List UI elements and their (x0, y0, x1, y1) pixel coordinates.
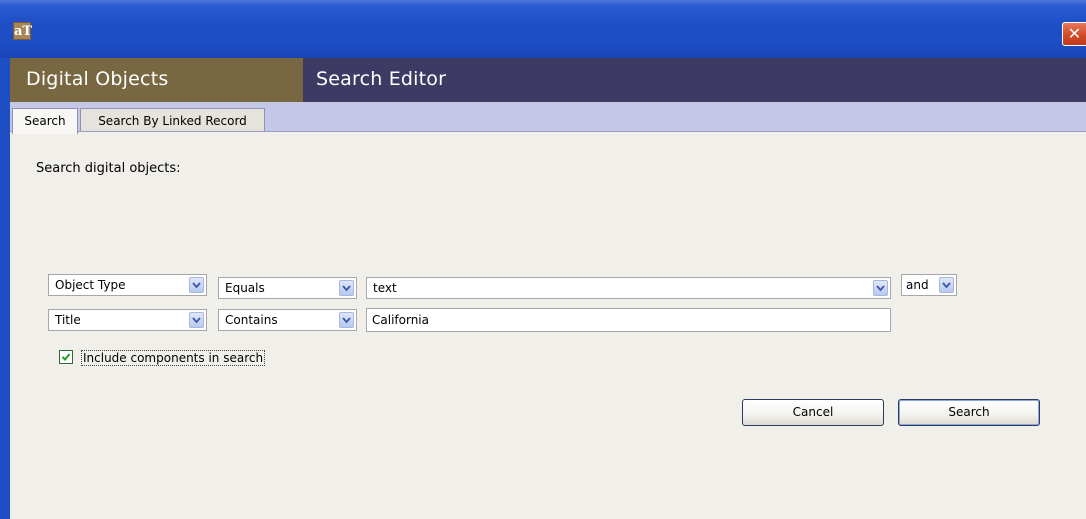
tab-search-by-linked-record[interactable]: Search By Linked Record (80, 108, 265, 133)
field-select-value: Title (55, 313, 81, 327)
field-select-row-1[interactable]: Object Type (48, 274, 207, 296)
chevron-down-icon (339, 312, 354, 328)
chevron-down-icon (189, 277, 204, 293)
checkmark-icon (61, 353, 71, 361)
include-components-checkbox[interactable] (59, 350, 73, 364)
value-input-text: California (372, 313, 429, 327)
chevron-down-icon (873, 280, 888, 296)
chevron-down-icon (939, 277, 954, 293)
search-editor-window: aT ✕ Digital Objects Search Editor Searc… (0, 0, 1086, 519)
cancel-button[interactable]: Cancel (742, 399, 884, 426)
module-header: Digital Objects (10, 58, 303, 102)
editor-header: Search Editor (303, 58, 1086, 102)
close-button[interactable]: ✕ (1062, 22, 1086, 46)
operator-select-value: Equals (225, 281, 265, 295)
field-select-value: Object Type (55, 278, 126, 292)
include-components-label[interactable]: Include components in search (81, 350, 266, 366)
window-left-border (0, 58, 10, 519)
search-button[interactable]: Search (898, 399, 1040, 426)
value-select-row-1[interactable]: text (366, 277, 891, 299)
field-select-row-2[interactable]: Title (48, 309, 207, 331)
search-prompt: Search digital objects: (36, 161, 181, 176)
app-icon: aT (13, 22, 33, 40)
operator-select-row-1[interactable]: Equals (218, 277, 357, 299)
chevron-down-icon (339, 280, 354, 296)
tab-search[interactable]: Search (12, 108, 78, 134)
value-input-row-2[interactable]: California (366, 308, 891, 332)
value-select-value: text (373, 281, 397, 295)
operator-select-row-2[interactable]: Contains (218, 309, 357, 331)
search-panel: Search digital objects: Object Type Equa… (10, 132, 1086, 519)
editor-title: Search Editor (316, 68, 447, 90)
title-bar: aT ✕ (0, 0, 1086, 58)
module-title: Digital Objects (26, 68, 169, 90)
connector-select[interactable]: and (901, 274, 957, 296)
connector-select-value: and (906, 278, 929, 292)
chevron-down-icon (189, 312, 204, 328)
operator-select-value: Contains (225, 313, 278, 327)
tab-strip: Search Search By Linked Record (10, 102, 1086, 134)
